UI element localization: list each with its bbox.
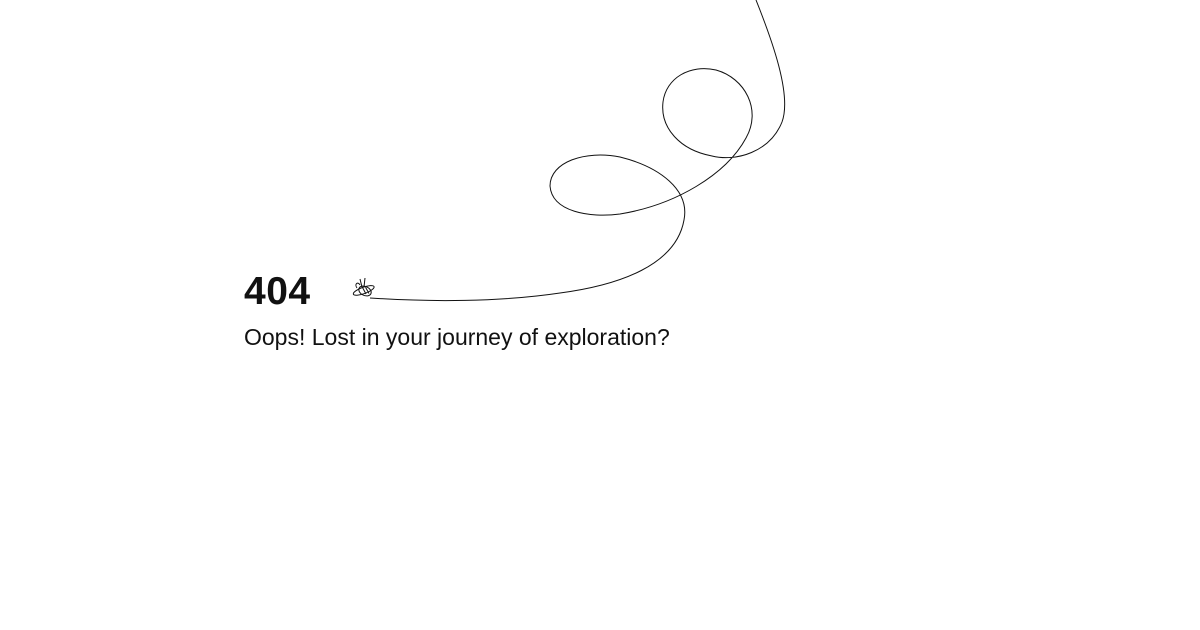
bee-icon bbox=[352, 277, 375, 297]
bee-flight-path bbox=[369, 0, 786, 302]
not-found-page: 404 Oops! Lost in your journey of explor… bbox=[0, 0, 1200, 630]
error-message: Oops! Lost in your journey of exploratio… bbox=[244, 324, 670, 350]
flight-path-illustration bbox=[352, 0, 786, 302]
error-code: 404 bbox=[244, 270, 311, 313]
